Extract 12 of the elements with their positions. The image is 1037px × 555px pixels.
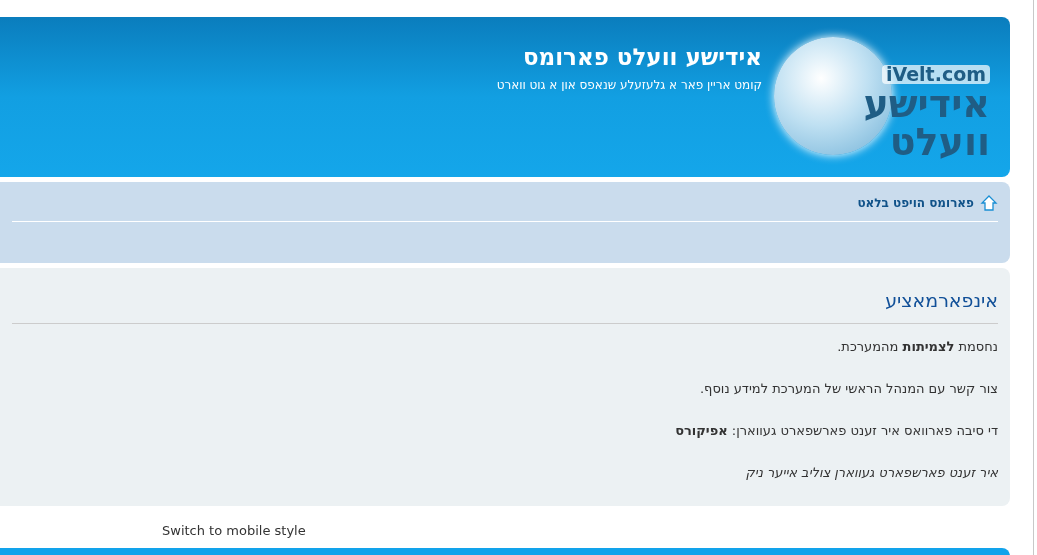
info-message: צור קשר עם המנהל הראשי של המערכת למידע נוסף. bbox=[698, 379, 998, 398]
site-title: אידישע וועלט פארומס bbox=[521, 43, 762, 72]
site-tagline: קומט אריין פאר א גלעזעלע שנאפס און א גוט ווארט bbox=[496, 76, 762, 94]
logo-domain: iVelt.com bbox=[882, 65, 990, 84]
info-heading: אינפארמאציע bbox=[12, 286, 998, 324]
info-message: איר זענט פארשפארט געווארן צוליב אייער ניק bbox=[744, 463, 998, 482]
mobile-style-link[interactable]: Switch to mobile style bbox=[162, 521, 306, 541]
home-icon bbox=[980, 194, 998, 212]
logo-wordmark-bottom: וועלט bbox=[889, 123, 990, 161]
info-message: די סיבה פארוואס איר זענט פארשפארט געווארן: אפיקורס bbox=[674, 421, 998, 440]
info-message: נחסמת לצמיתות מהמערכת. bbox=[836, 337, 998, 356]
breadcrumb-link[interactable]: פארומס הויפט בלאט bbox=[857, 194, 974, 212]
